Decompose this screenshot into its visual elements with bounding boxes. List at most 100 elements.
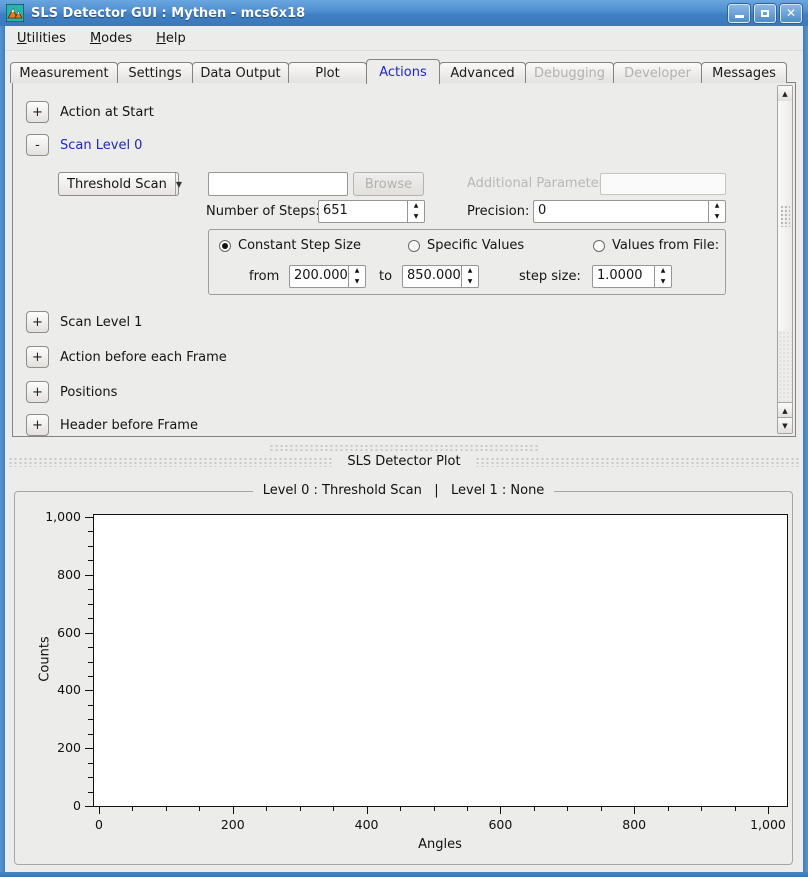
minimize-button[interactable]: [728, 4, 750, 23]
section-scan-level-0: - Scan Level 0: [26, 134, 142, 156]
y-minor-tick: [88, 777, 93, 778]
y-minor-tick: [88, 604, 93, 605]
number-of-steps-spinbox[interactable]: 651 ▲▼: [318, 200, 425, 223]
x-tick-label: 200: [203, 818, 263, 832]
scan-mode-value: Threshold Scan: [59, 177, 175, 192]
radio-label: Constant Step Size: [238, 238, 361, 253]
dock-texture-left: [8, 457, 333, 467]
y-major-tick: [85, 806, 93, 807]
scroll-down-button[interactable]: ▼: [778, 417, 792, 433]
radio-label: Specific Values: [427, 238, 524, 253]
x-axis-title: Angles: [418, 837, 462, 852]
y-tick-label: 1,000: [15, 510, 81, 524]
window-frame-right: [803, 26, 808, 877]
x-major-tick: [768, 807, 769, 814]
script-file-input[interactable]: [208, 172, 348, 196]
step-size-spinbox[interactable]: 1.0000 ▲▼: [592, 265, 672, 288]
x-tick-label: 1,000: [738, 818, 798, 832]
x-minor-tick: [601, 807, 602, 811]
spin-down-icon[interactable]: ▼: [408, 212, 424, 223]
expand-button-action-before-each-frame[interactable]: +: [26, 346, 49, 368]
tab-messages[interactable]: Messages: [701, 62, 787, 83]
menu-utilities[interactable]: Utilities: [17, 31, 66, 46]
x-minor-tick: [534, 807, 535, 811]
precision-spinbox[interactable]: 0 ▲▼: [533, 200, 726, 223]
tab-plot[interactable]: Plot: [288, 62, 367, 83]
y-tick-label: 200: [15, 741, 81, 755]
titlebar[interactable]: SLS Detector GUI : Mythen - mcs6x18 ✕: [0, 0, 808, 26]
y-minor-tick: [88, 647, 93, 648]
spin-up-icon[interactable]: ▲: [408, 201, 424, 212]
x-minor-tick: [132, 807, 133, 811]
collapse-button-scan-level-0[interactable]: -: [26, 134, 49, 156]
expand-button-action-at-start[interactable]: +: [26, 101, 49, 123]
window-frame-bottom: [0, 872, 808, 877]
from-value: 200.0000: [290, 266, 348, 287]
section-label: Action at Start: [60, 105, 154, 120]
menu-modes[interactable]: Modes: [90, 31, 132, 46]
y-tick-label: 600: [15, 626, 81, 640]
spin-down-icon[interactable]: ▼: [462, 277, 478, 288]
splitter-handle[interactable]: [269, 444, 539, 452]
x-minor-tick: [701, 807, 702, 811]
radio-values-from-file[interactable]: Values from File:: [593, 238, 719, 253]
y-minor-tick: [88, 705, 93, 706]
x-tick-label: 400: [337, 818, 397, 832]
expand-button-header-before-frame[interactable]: +: [26, 414, 49, 436]
y-major-tick: [85, 633, 93, 634]
y-tick-label: 800: [15, 568, 81, 582]
menu-help[interactable]: Help: [156, 31, 186, 46]
plot-canvas[interactable]: [93, 514, 788, 807]
actions-tab-pane: + Action at Start - Scan Level 0 Thresho…: [12, 82, 796, 437]
spin-down-icon[interactable]: ▼: [349, 277, 365, 288]
spin-down-icon[interactable]: ▼: [655, 277, 671, 288]
x-major-tick: [634, 807, 635, 814]
spin-down-icon[interactable]: ▼: [709, 212, 725, 223]
section-label: Action before each Frame: [60, 350, 227, 365]
scan-mode-combobox[interactable]: Threshold Scan ▼: [58, 172, 179, 196]
spin-up-icon[interactable]: ▲: [462, 266, 478, 277]
y-major-tick: [85, 690, 93, 691]
section-label: Scan Level 1: [60, 315, 142, 330]
scroll-up-button[interactable]: ▲: [778, 86, 792, 102]
tab-settings[interactable]: Settings: [117, 62, 193, 83]
x-minor-tick: [400, 807, 401, 811]
browse-button: Browse: [353, 172, 424, 196]
scrollbar-track[interactable]: [778, 331, 792, 402]
plot-groupbox: Level 0 : Threshold Scan | Level 1 : Non…: [14, 491, 793, 865]
radio-specific-values[interactable]: Specific Values: [408, 238, 524, 253]
y-minor-tick: [88, 531, 93, 532]
expand-button-scan-level-1[interactable]: +: [26, 311, 49, 333]
tab-actions[interactable]: Actions: [366, 59, 440, 84]
y-minor-tick: [88, 734, 93, 735]
window-frame-left: [0, 26, 5, 877]
radio-constant-step-size[interactable]: Constant Step Size: [219, 238, 361, 253]
expand-button-positions[interactable]: +: [26, 381, 49, 403]
tab-advanced[interactable]: Advanced: [439, 62, 526, 83]
x-major-tick: [500, 807, 501, 814]
radio-icon: [408, 240, 420, 252]
x-tick-label: 800: [604, 818, 664, 832]
tab-measurement[interactable]: Measurement: [10, 62, 118, 83]
to-spinbox[interactable]: 850.0000 ▲▼: [402, 265, 479, 288]
plot-dock-titlebar[interactable]: SLS Detector Plot: [8, 453, 800, 470]
tab-developer: Developer: [613, 62, 702, 83]
y-minor-tick: [88, 676, 93, 677]
y-major-tick: [85, 517, 93, 518]
from-spinbox[interactable]: 200.0000 ▲▼: [289, 265, 366, 288]
spin-up-icon[interactable]: ▲: [709, 201, 725, 212]
x-tick-label: 600: [470, 818, 530, 832]
vertical-scrollbar[interactable]: ▲ ▲ ▼: [777, 85, 793, 434]
tab-data-output[interactable]: Data Output: [192, 62, 289, 83]
spin-up-icon[interactable]: ▲: [655, 266, 671, 277]
y-minor-tick: [88, 719, 93, 720]
maximize-button[interactable]: [754, 4, 776, 23]
y-minor-tick: [88, 792, 93, 793]
close-button[interactable]: ✕: [780, 4, 802, 23]
section-action-at-start: + Action at Start: [26, 101, 154, 123]
precision-value: 0: [534, 201, 708, 222]
x-minor-tick: [467, 807, 468, 811]
spin-up-icon[interactable]: ▲: [349, 266, 365, 277]
scrollbar-thumb[interactable]: [778, 101, 792, 332]
scroll-up-button-bottom[interactable]: ▲: [778, 402, 792, 418]
